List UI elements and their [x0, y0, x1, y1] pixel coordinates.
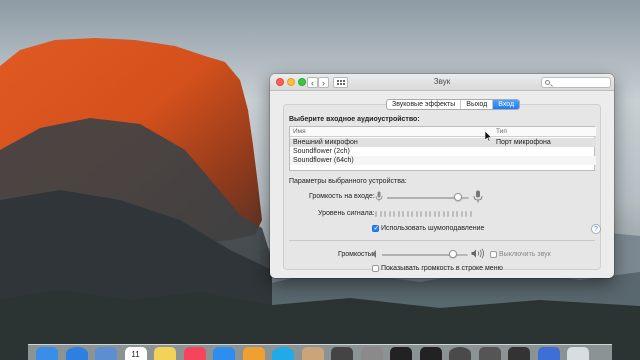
show-volume-in-menu-bar-label: Показывать громкость в строке меню — [381, 265, 503, 272]
speaker-high-icon — [471, 248, 485, 259]
signal-level-cell — [447, 211, 449, 217]
column-type-header[interactable]: Тип — [496, 128, 507, 135]
photos-booth-icon[interactable] — [331, 347, 353, 360]
noise-reduction-label: Использовать шумоподавление — [381, 225, 485, 232]
calendar-icon[interactable]: 11 — [124, 347, 147, 360]
search-field[interactable] — [541, 77, 611, 88]
signal-level-cell — [469, 211, 472, 217]
mouse-cursor-icon — [485, 131, 493, 142]
mic-low-icon — [375, 191, 383, 202]
app-store-icon[interactable] — [213, 347, 235, 360]
signal-level-cell — [384, 211, 386, 217]
input-volume-fill — [387, 197, 458, 199]
table-header: Имя Тип — [290, 127, 596, 137]
help-button[interactable]: ? — [591, 224, 601, 234]
input-device-table[interactable]: Имя Тип Внешний микрофон Порт микрофона … — [289, 126, 596, 171]
skype-icon[interactable] — [272, 347, 294, 360]
column-name-header[interactable]: Имя — [293, 128, 306, 135]
signal-level-cell — [397, 211, 400, 217]
search-icon — [545, 80, 550, 85]
tab-output[interactable]: Выход — [461, 100, 494, 109]
table-row[interactable]: Soundflower (2ch) — [290, 147, 596, 156]
photos-icon[interactable] — [242, 347, 265, 360]
calendar-day: 11 — [131, 350, 140, 359]
signal-level-cell — [420, 211, 422, 217]
signal-level-label: Уровень сигнала: — [318, 210, 375, 217]
table-row[interactable]: Soundflower (64ch) — [290, 156, 596, 165]
ableton-icon[interactable] — [419, 347, 442, 360]
input-volume-label: Громкость на входе: — [309, 193, 375, 200]
device-name: Soundflower (64ch) — [293, 157, 354, 164]
mail-icon[interactable] — [95, 347, 117, 360]
mic-high-icon — [473, 190, 483, 203]
signal-level-cell — [456, 211, 458, 217]
signal-level-cell — [411, 211, 413, 217]
signal-level-cell — [433, 211, 436, 217]
sound-preferences-window: ‹ › Звук Звуковые эффекты Выход Вход Выб… — [270, 74, 614, 278]
signal-level-cell — [451, 211, 454, 217]
system-preferences-icon[interactable] — [360, 347, 383, 360]
mute-checkbox[interactable] — [490, 251, 497, 258]
signal-level-cell — [424, 211, 427, 217]
signal-level-cell — [465, 211, 467, 217]
device-type: Порт микрофона — [496, 139, 551, 146]
terminal-icon[interactable] — [390, 347, 412, 360]
noise-reduction-checkbox[interactable] — [372, 224, 379, 232]
notes-icon[interactable] — [154, 347, 176, 360]
signal-level-cell — [442, 211, 445, 217]
tab-input[interactable]: Вход — [493, 100, 520, 109]
show-volume-in-menu-bar-checkbox[interactable] — [372, 265, 379, 272]
window-titlebar[interactable]: ‹ › Звук — [270, 74, 614, 91]
signal-level-cell — [429, 211, 431, 217]
logic-icon[interactable] — [449, 347, 471, 360]
device-settings-heading: Параметры выбранного устройства: — [289, 178, 407, 185]
finder-icon[interactable] — [36, 347, 58, 360]
input-volume-knob[interactable] — [453, 193, 462, 201]
trash-icon[interactable] — [567, 347, 589, 360]
mute-label: Выключить звук — [499, 251, 551, 258]
output-volume-label: Громкость: — [338, 251, 374, 258]
signal-level-cell — [379, 211, 382, 217]
misc-app-icon[interactable] — [478, 347, 501, 360]
tab-sound-effects[interactable]: Звуковые эффекты — [387, 100, 462, 109]
safari-icon[interactable] — [65, 347, 88, 360]
contacts-icon[interactable] — [301, 347, 324, 360]
table-row[interactable]: Внешний микрофон Порт микрофона — [290, 138, 596, 147]
signal-level-cell — [460, 211, 463, 217]
output-volume-fill — [382, 254, 453, 256]
signal-level-cell — [415, 211, 418, 217]
signal-level-cell — [406, 211, 409, 217]
signal-level-cell — [438, 211, 440, 217]
tab-bar: Звуковые эффекты Выход Вход — [386, 99, 521, 110]
signal-level-cell — [393, 211, 395, 217]
signal-level-cell — [375, 211, 377, 217]
speaker-low-icon — [371, 250, 376, 258]
signal-level-cell — [402, 211, 404, 217]
keyboard-icon[interactable] — [508, 347, 530, 360]
music-icon[interactable] — [183, 347, 206, 360]
signal-level-cell — [388, 211, 391, 217]
device-name: Внешний микрофон — [293, 139, 358, 146]
downloads-icon[interactable] — [537, 347, 560, 360]
section-divider — [289, 240, 595, 241]
device-name: Soundflower (2ch) — [293, 148, 350, 155]
output-volume-knob[interactable] — [448, 250, 457, 258]
input-device-heading: Выберите входное аудиоустройство: — [289, 116, 420, 123]
